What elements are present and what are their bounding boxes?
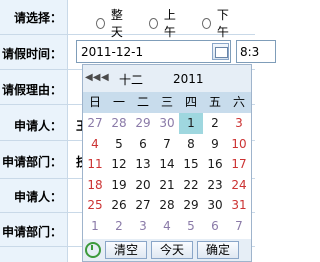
day-cell[interactable]: 30 — [155, 113, 179, 134]
day-cell[interactable]: 30 — [203, 195, 227, 216]
day-cell[interactable]: 6 — [131, 134, 155, 155]
date-input-value: 2011-12-1 — [81, 44, 144, 59]
calendar-month[interactable]: 十二 — [119, 71, 143, 88]
day-cell[interactable]: 16 — [203, 154, 227, 175]
radio-circle-icon[interactable] — [202, 17, 211, 29]
radio-full-day[interactable]: 整天 — [96, 6, 129, 40]
prev-year-icon[interactable]: ◀◀ — [85, 72, 100, 83]
weekday-label: 三 — [160, 95, 173, 109]
applicant-label: 申请人： — [13, 119, 62, 133]
applicant2-label: 申请人： — [13, 190, 62, 204]
day-cell[interactable]: 28 — [107, 113, 131, 134]
prev-month-icon[interactable]: ◀ — [101, 72, 109, 83]
day-cell[interactable]: 17 — [227, 154, 251, 175]
day-cell[interactable]: 2 — [107, 216, 131, 237]
day-cell[interactable]: 3 — [227, 113, 251, 134]
day-cell-selected[interactable]: 1 — [179, 113, 203, 134]
day-cell[interactable]: 13 — [131, 154, 155, 175]
day-cell[interactable]: 29 — [179, 195, 203, 216]
day-cell[interactable]: 14 — [155, 154, 179, 175]
day-cell[interactable]: 4 — [83, 134, 107, 155]
radio-afternoon[interactable]: 下午 — [202, 6, 235, 40]
day-cell[interactable]: 29 — [131, 113, 155, 134]
day-cell[interactable]: 2 — [203, 113, 227, 134]
weekday-label: 四 — [184, 95, 197, 109]
ok-button[interactable]: 确定 — [197, 241, 240, 259]
weekday-label: 日 — [88, 95, 101, 109]
calendar-icon[interactable] — [212, 43, 229, 60]
day-cell[interactable]: 3 — [131, 216, 155, 237]
day-cell[interactable]: 15 — [179, 154, 203, 175]
day-cell[interactable]: 4 — [155, 216, 179, 237]
time-input[interactable]: 8:3 — [236, 40, 276, 63]
weekday-label: 六 — [232, 95, 245, 109]
calendar-popup: ◀◀ ◀ 十二 2011 日 一 二 三 四 五 六 27 28 29 30 1… — [82, 64, 252, 262]
date-input[interactable]: 2011-12-1 — [76, 40, 231, 63]
today-button[interactable]: 今天 — [151, 241, 194, 259]
day-cell[interactable]: 10 — [227, 134, 251, 155]
day-cell[interactable]: 22 — [179, 175, 203, 196]
radio-morning[interactable]: 上午 — [149, 6, 182, 40]
weekday-label: 二 — [136, 95, 149, 109]
day-cell[interactable]: 24 — [227, 175, 251, 196]
day-cell[interactable]: 1 — [83, 216, 107, 237]
day-cell[interactable]: 27 — [131, 195, 155, 216]
leave-type-radio-group: 整天 上午 下午 — [96, 6, 255, 40]
calendar-year[interactable]: 2011 — [173, 72, 204, 86]
day-cell[interactable]: 26 — [107, 195, 131, 216]
calendar-day-grid: 27 28 29 30 1 2 3 4 5 6 7 8 9 10 11 12 1… — [83, 113, 251, 236]
calendar-header: ◀◀ ◀ 十二 2011 — [83, 65, 251, 92]
day-cell[interactable]: 21 — [155, 175, 179, 196]
dept2-label: 申请部门： — [1, 225, 62, 239]
radio-label: 整天 — [110, 8, 123, 39]
day-cell[interactable]: 11 — [83, 154, 107, 175]
leave-time-label: 请假时间： — [1, 47, 62, 61]
radio-label: 上午 — [163, 8, 176, 39]
radio-circle-icon[interactable] — [96, 17, 105, 29]
day-cell[interactable]: 25 — [83, 195, 107, 216]
day-cell[interactable]: 9 — [203, 134, 227, 155]
weekday-label: 五 — [208, 95, 221, 109]
radio-circle-icon[interactable] — [149, 17, 158, 29]
day-cell[interactable]: 6 — [203, 216, 227, 237]
weekday-header: 日 一 二 三 四 五 六 — [83, 92, 251, 113]
leave-reason-label: 请假理由： — [1, 83, 62, 97]
day-cell[interactable]: 23 — [203, 175, 227, 196]
select-label: 请选择： — [13, 11, 62, 25]
day-cell[interactable]: 5 — [179, 216, 203, 237]
dept-label: 申请部门： — [1, 155, 62, 169]
day-cell[interactable]: 18 — [83, 175, 107, 196]
day-cell[interactable]: 8 — [179, 134, 203, 155]
weekday-label: 一 — [112, 95, 125, 109]
day-cell[interactable]: 5 — [107, 134, 131, 155]
day-cell[interactable]: 7 — [227, 216, 251, 237]
calendar-footer: 清空 今天 确定 — [83, 239, 251, 261]
day-cell[interactable]: 28 — [155, 195, 179, 216]
day-cell[interactable]: 19 — [107, 175, 131, 196]
clear-button[interactable]: 清空 — [105, 241, 148, 259]
day-cell[interactable]: 7 — [155, 134, 179, 155]
day-cell[interactable]: 20 — [131, 175, 155, 196]
power-icon[interactable] — [85, 242, 101, 258]
day-cell[interactable]: 12 — [107, 154, 131, 175]
time-input-value: 8:3 — [240, 44, 260, 59]
radio-label: 下午 — [216, 8, 229, 39]
day-cell[interactable]: 27 — [83, 113, 107, 134]
day-cell[interactable]: 31 — [227, 195, 251, 216]
